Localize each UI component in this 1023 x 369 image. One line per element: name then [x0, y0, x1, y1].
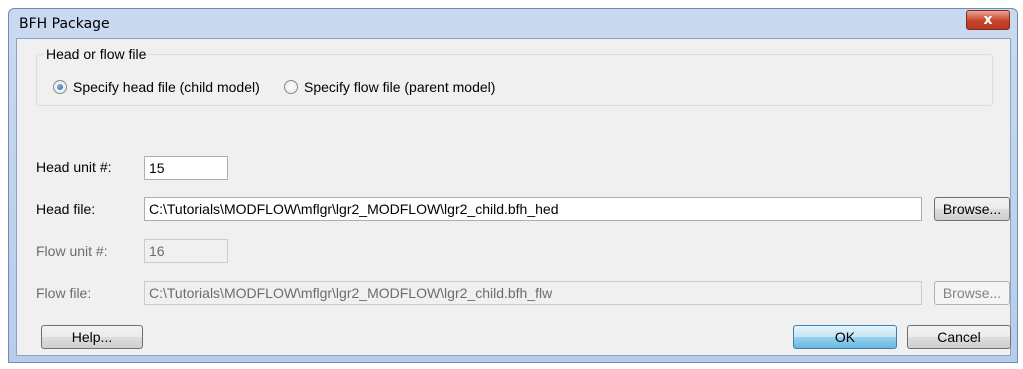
cancel-button[interactable]: Cancel: [907, 325, 1011, 349]
window-title: BFH Package: [19, 16, 110, 32]
browse-flow-file-button: Browse...: [934, 281, 1010, 305]
head-unit-label: Head unit #:: [36, 159, 112, 175]
flow-unit-label: Flow unit #:: [36, 243, 108, 259]
browse-head-file-button[interactable]: Browse...: [934, 197, 1010, 221]
head-file-input[interactable]: C:\Tutorials\MODFLOW\mflgr\lgr2_MODFLOW\…: [144, 197, 922, 221]
head-file-label: Head file:: [36, 201, 96, 217]
flow-file-label: Flow file:: [36, 285, 92, 301]
radio-selected-icon: [53, 80, 67, 94]
close-icon: x: [983, 12, 993, 28]
flow-file-input: C:\Tutorials\MODFLOW\mflgr\lgr2_MODFLOW\…: [144, 281, 922, 305]
radio-label-flow: Specify flow file (parent model): [304, 79, 496, 95]
close-button[interactable]: x: [966, 10, 1010, 30]
radio-unselected-icon: [284, 80, 298, 94]
radio-specify-flow-file[interactable]: Specify flow file (parent model): [284, 79, 495, 95]
radio-label-head: Specify head file (child model): [73, 79, 260, 95]
help-button[interactable]: Help...: [41, 325, 143, 349]
group-legend: Head or flow file: [44, 46, 149, 62]
radio-specify-head-file[interactable]: Specify head file (child model): [53, 79, 260, 95]
head-unit-input[interactable]: 15: [144, 156, 228, 180]
title-bar[interactable]: BFH Package x: [9, 9, 1017, 39]
head-or-flow-group: Head or flow file Specify head file (chi…: [36, 46, 993, 106]
flow-unit-input: 16: [144, 239, 228, 263]
bfh-package-dialog: BFH Package x Head or flow file Specify …: [8, 8, 1018, 363]
ok-button[interactable]: OK: [793, 325, 897, 349]
dialog-body: Head or flow file Specify head file (chi…: [16, 38, 1011, 356]
